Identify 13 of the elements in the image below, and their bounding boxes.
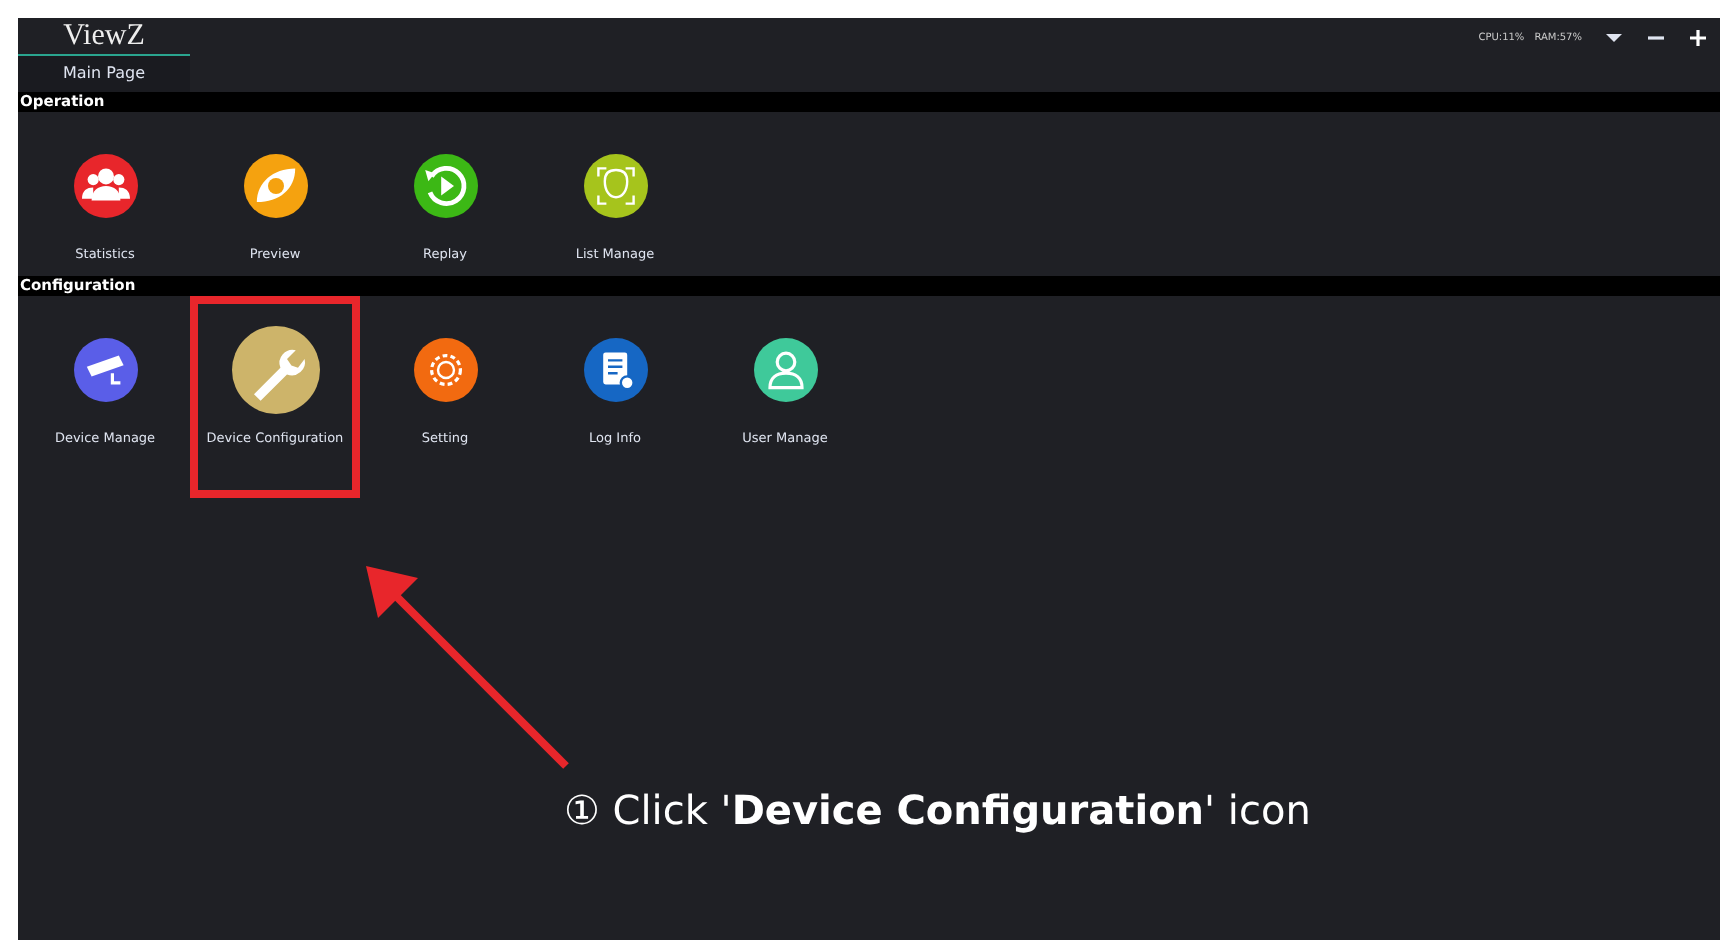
people-icon[interactable] — [73, 154, 137, 218]
eye-icon[interactable] — [243, 154, 307, 218]
instruction-text: ① Click 'Device Configuration' icon — [564, 786, 1311, 834]
face-icon[interactable] — [583, 154, 647, 218]
user-icon[interactable] — [753, 338, 817, 402]
dropdown-icon[interactable] — [1604, 28, 1624, 48]
main-page-tab[interactable]: Main Page — [18, 56, 190, 92]
gear-icon[interactable] — [413, 338, 477, 402]
maximize-icon[interactable] — [1688, 28, 1708, 48]
replay-icon[interactable] — [413, 154, 477, 218]
camera-icon[interactable] — [73, 338, 137, 402]
wrench-icon[interactable] — [231, 326, 319, 414]
document-icon[interactable] — [583, 338, 647, 402]
